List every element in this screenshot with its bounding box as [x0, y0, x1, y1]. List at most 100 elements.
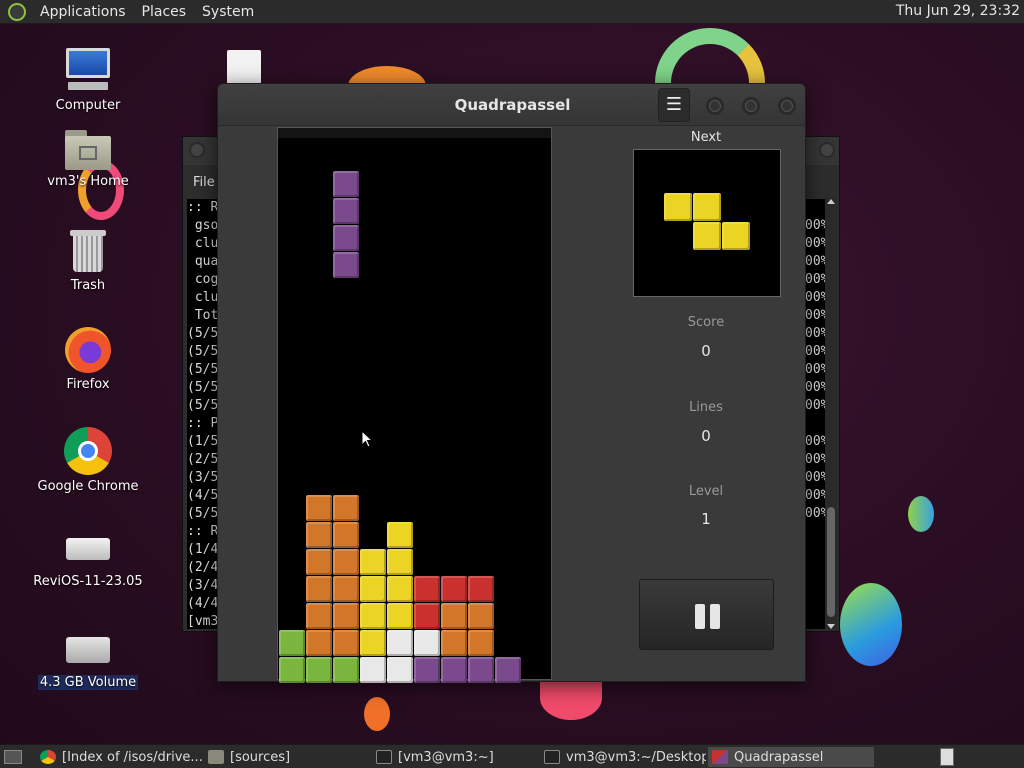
- close-icon[interactable]: [778, 97, 796, 115]
- block-cell: [306, 576, 332, 602]
- block-cell: [306, 657, 332, 683]
- block-cell: [387, 630, 413, 656]
- window-close-icon[interactable]: [189, 142, 205, 158]
- block-cell: [693, 222, 721, 250]
- score-label: Score: [687, 315, 725, 330]
- block-cell: [333, 171, 359, 197]
- applications-menu[interactable]: Applications: [32, 4, 134, 20]
- pause-button[interactable]: [639, 579, 774, 650]
- terminal-icon: [544, 750, 560, 764]
- drive-icon: [66, 538, 110, 560]
- block-cell: [279, 630, 305, 656]
- block-cell: [495, 657, 521, 683]
- minimize-icon[interactable]: [706, 97, 724, 115]
- terminal-line-text: :: R: [187, 524, 219, 539]
- terminal-line-text: :: R: [187, 200, 219, 215]
- block-cell: [333, 252, 359, 278]
- block-cell: [387, 576, 413, 602]
- taskbar-item-active[interactable]: Quadrapassel: [708, 747, 874, 767]
- desktop-icon-chrome[interactable]: Google Chrome: [33, 427, 143, 494]
- terminal-line-text: clu: [187, 236, 219, 251]
- chrome-icon: [64, 427, 112, 475]
- top-panel: Applications Places System Thu Jun 29, 2…: [0, 0, 1024, 24]
- terminal-line-text: gso: [187, 218, 219, 233]
- terminal-line-text: (5/5: [187, 380, 219, 395]
- decor-blob: [840, 583, 902, 666]
- block-cell: [414, 657, 440, 683]
- mate-logo-icon[interactable]: [8, 2, 26, 21]
- terminal-line-text: (5/5: [187, 506, 219, 521]
- taskbar-item-label: [Index of /isos/drive...: [62, 749, 202, 765]
- maximize-icon[interactable]: [742, 97, 760, 115]
- bottom-taskbar: [Index of /isos/drive... [sources] [vm3@…: [0, 744, 1024, 768]
- terminal-line-text: (5/5: [187, 398, 219, 413]
- block-cell: [441, 603, 467, 629]
- scroll-down-icon[interactable]: [827, 624, 835, 629]
- terminal-line-text: (4/5: [187, 488, 219, 503]
- desktop-icon-label: Trash: [70, 278, 106, 293]
- block-cell: [664, 193, 692, 221]
- mouse-cursor-icon: [361, 430, 373, 448]
- file-decor: [227, 50, 261, 84]
- terminal-line-text: (5/5: [187, 344, 219, 359]
- taskbar-item[interactable]: [vm3@vm3:~]: [372, 747, 538, 767]
- terminal-line-text: :: P: [187, 416, 219, 431]
- level-value: 1: [701, 510, 711, 528]
- block-cell: [468, 576, 494, 602]
- block-cell: [441, 657, 467, 683]
- block-cell: [360, 603, 386, 629]
- desktop-icon-computer[interactable]: Computer: [33, 46, 143, 113]
- score-value: 0: [701, 342, 711, 360]
- block-cell: [333, 549, 359, 575]
- desktop-icon-label: vm3's Home: [47, 174, 129, 189]
- decor-blob: [364, 697, 390, 731]
- taskbar-item-label: [sources]: [230, 749, 291, 765]
- hamburger-menu-icon[interactable]: ☰: [658, 88, 690, 122]
- block-cell: [387, 603, 413, 629]
- desktop-icon-volume[interactable]: 4.3 GB Volume: [33, 637, 143, 690]
- taskbar-item[interactable]: [sources]: [204, 747, 370, 767]
- drive-icon: [66, 637, 110, 663]
- terminal-line-text: (3/4: [187, 578, 219, 593]
- folder-icon: [208, 750, 224, 764]
- block-cell: [693, 193, 721, 221]
- block-cell: [333, 576, 359, 602]
- game-board[interactable]: [277, 127, 552, 683]
- desktop-icon-label: 4.3 GB Volume: [37, 675, 139, 690]
- block-cell: [414, 603, 440, 629]
- desktop-icon-label: ReviOS-11-23.05: [33, 574, 143, 589]
- desktop-icon-revios[interactable]: ReviOS-11-23.05: [33, 538, 143, 589]
- clock[interactable]: Thu Jun 29, 23:32: [896, 3, 1020, 19]
- chrome-icon: [40, 750, 56, 764]
- desktop-icon-home[interactable]: vm3's Home: [33, 130, 143, 189]
- taskbar-item[interactable]: [Index of /isos/drive...: [36, 747, 202, 767]
- system-menu[interactable]: System: [194, 4, 262, 20]
- block-cell: [722, 222, 750, 250]
- block-cell: [333, 495, 359, 521]
- workspace-switcher-icon[interactable]: [940, 748, 954, 766]
- terminal-menu-file[interactable]: File: [193, 175, 215, 190]
- show-desktop-icon[interactable]: [4, 750, 22, 764]
- block-cell: [306, 549, 332, 575]
- taskbar-item[interactable]: vm3@vm3:~/Desktop: [540, 747, 706, 767]
- quadrapassel-window[interactable]: Quadrapassel ☰ Next Score 0 Lines 0 Leve…: [217, 83, 806, 683]
- board-top-strip: [278, 128, 551, 138]
- desktop-icon-trash[interactable]: Trash: [33, 230, 143, 293]
- terminal-line-text: Tot: [187, 308, 219, 323]
- lines-label: Lines: [689, 400, 723, 415]
- block-cell: [333, 657, 359, 683]
- terminal-line-text: (4/4: [187, 596, 219, 611]
- scroll-up-icon[interactable]: [827, 199, 835, 204]
- terminal-line-text: [vm3: [187, 614, 219, 629]
- trash-icon: [70, 230, 106, 274]
- terminal-line-text: (2/4: [187, 560, 219, 575]
- taskbar-item-label: Quadrapassel: [734, 749, 824, 765]
- desktop-icon-firefox[interactable]: Firefox: [33, 327, 143, 392]
- places-menu[interactable]: Places: [134, 4, 195, 20]
- block-cell: [414, 630, 440, 656]
- block-cell: [360, 549, 386, 575]
- terminal-line-text: (5/5: [187, 326, 219, 341]
- game-headerbar[interactable]: Quadrapassel ☰: [218, 84, 805, 126]
- block-cell: [441, 576, 467, 602]
- terminal-line-text: (3/5: [187, 470, 219, 485]
